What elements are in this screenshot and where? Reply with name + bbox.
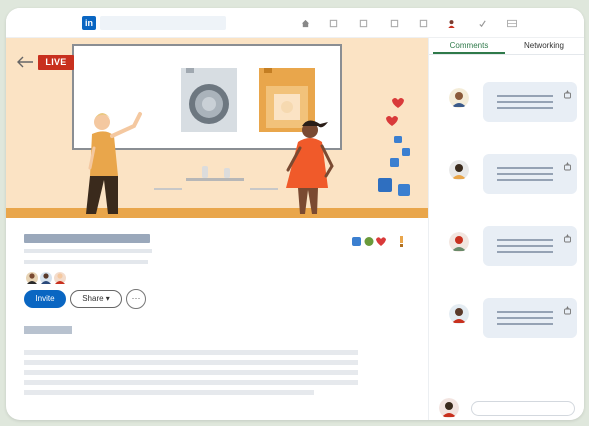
comment-bubble [483, 154, 577, 194]
comment-like-icon[interactable] [563, 230, 572, 243]
comment-item[interactable] [443, 226, 579, 270]
tab-underline [429, 54, 584, 55]
comment-text-line [497, 311, 553, 313]
network-icon[interactable] [329, 19, 338, 28]
description-line [24, 360, 358, 365]
comment-item[interactable] [443, 298, 579, 342]
comment-bubble [483, 82, 577, 122]
commenter-avatar[interactable] [449, 232, 469, 252]
attendee-avatars[interactable] [24, 270, 84, 286]
more-options-button[interactable]: ··· [126, 289, 146, 309]
messaging-icon[interactable] [390, 19, 399, 28]
top-nav-bar: in [6, 8, 584, 38]
grid-icon[interactable] [506, 19, 518, 28]
work-icon[interactable] [478, 19, 487, 28]
app-window: in LIVE Invite Share ▾ ··· Comments Netw… [6, 8, 584, 420]
comment-text-line [497, 101, 553, 103]
my-avatar [439, 398, 459, 418]
insightful-icon [400, 236, 403, 247]
comment-text-line [497, 317, 553, 319]
commenter-avatar[interactable] [449, 304, 469, 324]
comment-text-line [497, 251, 553, 253]
invite-button[interactable]: Invite [24, 290, 66, 308]
comments-panel: Comments Networking [429, 38, 584, 420]
comment-text-line [497, 173, 553, 175]
event-title-placeholder [24, 234, 150, 243]
comment-text-line [497, 245, 553, 247]
search-input[interactable] [100, 16, 226, 30]
comment-bubble [483, 298, 577, 338]
description-line [24, 380, 358, 385]
commenter-avatar[interactable] [449, 160, 469, 180]
description-line [24, 370, 358, 375]
jobs-icon[interactable] [359, 19, 368, 28]
event-meta-placeholder [24, 249, 152, 253]
event-meta-placeholder [24, 260, 148, 264]
about-heading-placeholder [24, 326, 72, 334]
live-stream-video[interactable]: LIVE [6, 38, 428, 218]
notifications-icon[interactable] [419, 19, 428, 28]
comment-input[interactable] [471, 401, 575, 416]
linkedin-logo[interactable]: in [82, 16, 96, 30]
comment-like-icon[interactable] [563, 86, 572, 99]
comment-item[interactable] [443, 82, 579, 126]
comment-like-icon[interactable] [563, 158, 572, 171]
me-avatar-icon[interactable] [447, 19, 456, 28]
comment-text-line [497, 239, 553, 241]
live-badge: LIVE [38, 55, 74, 70]
event-main: LIVE Invite Share ▾ ··· [6, 38, 428, 420]
comment-text-line [497, 323, 553, 325]
comment-text-line [497, 179, 553, 181]
like-icon [352, 237, 361, 246]
comment-text-line [497, 95, 553, 97]
reaction-summary[interactable] [350, 234, 410, 248]
comment-text-line [497, 167, 553, 169]
tab-networking[interactable]: Networking [507, 38, 581, 54]
celebrate-icon [364, 237, 374, 246]
description-line [24, 390, 314, 395]
back-arrow-icon[interactable] [16, 55, 34, 68]
comment-item[interactable] [443, 154, 579, 198]
share-button[interactable]: Share ▾ [70, 290, 122, 308]
comment-text-line [497, 107, 553, 109]
tab-comments[interactable]: Comments [433, 38, 505, 54]
comment-composer [435, 396, 580, 420]
comment-bubble [483, 226, 577, 266]
description-line [24, 350, 358, 355]
commenter-avatar[interactable] [449, 88, 469, 108]
home-icon[interactable] [301, 19, 310, 28]
love-icon [376, 237, 386, 246]
comment-like-icon[interactable] [563, 302, 572, 315]
